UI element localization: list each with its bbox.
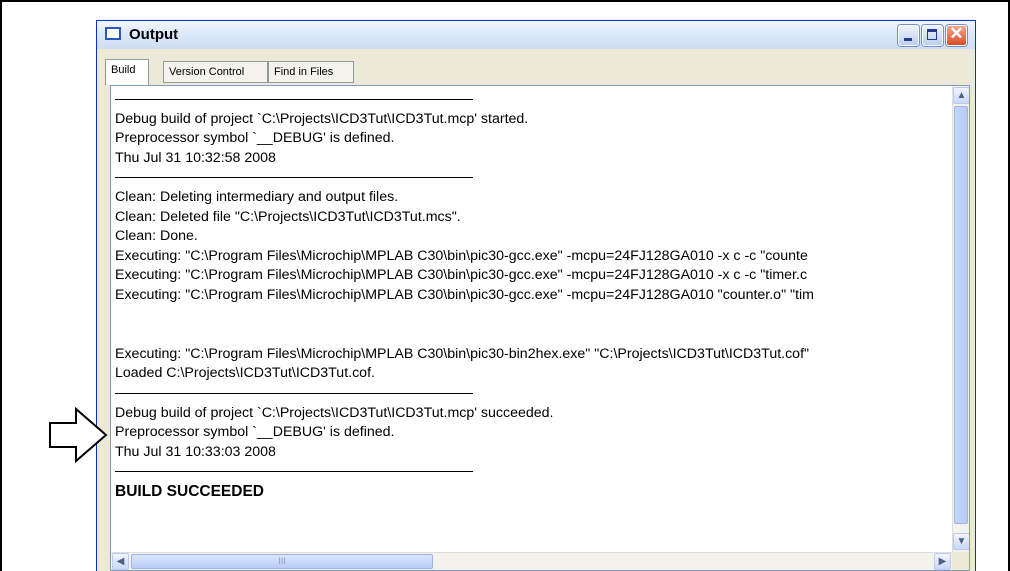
maximize-button[interactable] [922,25,943,46]
log-line: Executing: "C:\Program Files\Microchip\M… [115,345,810,362]
minimize-icon [904,38,912,41]
build-result: BUILD SUCCEEDED [115,482,264,500]
scroll-left-button[interactable]: ◀ [112,553,129,570]
frame-left-border [0,0,2,571]
log-line: Clean: Done. [115,228,198,245]
log-line: Clean: Deleted file "C:\Projects\ICD3Tut… [115,208,461,225]
log-line: Preprocessor symbol `__DEBUG' is defined… [115,130,395,147]
log-blank-line [115,306,945,326]
output-pane[interactable]: Debug build of project `C:\Projects\ICD3… [110,85,970,571]
close-button[interactable]: ✕ [946,24,967,46]
log-line: Debug build of project `C:\Projects\ICD3… [115,110,529,127]
log-line: Executing: "C:\Program Files\Microchip\M… [115,247,808,264]
tab-version-control[interactable]: Version Control [163,61,268,83]
tab-build[interactable]: Build [105,59,149,85]
window-icon [105,27,121,40]
horizontal-scroll-thumb[interactable]: III [131,554,433,569]
frame-top-border [0,0,1010,2]
pointer-arrow-icon [49,406,108,464]
log-line: Debug build of project `C:\Projects\ICD3… [115,404,554,421]
log-line: Loaded C:\Projects\ICD3Tut\ICD3Tut.cof. [115,365,375,382]
build-log: Debug build of project `C:\Projects\ICD3… [115,90,945,501]
scroll-up-button[interactable]: ▲ [953,87,969,104]
horizontal-scrollbar[interactable]: ◀ III ▶ [111,552,954,570]
chevron-right-icon: ▶ [938,556,947,567]
scroll-down-button[interactable]: ▼ [953,533,969,550]
log-separator [115,168,945,188]
log-line: Clean: Deleting intermediary and output … [115,188,399,205]
log-line: Thu Jul 31 10:33:03 2008 [115,443,276,460]
log-line: Preprocessor symbol `__DEBUG' is defined… [115,424,395,441]
log-separator [115,90,945,110]
size-grip [952,552,969,570]
log-separator [115,462,945,482]
log-blank-line [115,325,945,345]
close-icon: ✕ [949,24,964,43]
output-window: Output ✕ Build Version Control Find in F… [96,20,976,571]
chevron-down-icon: ▼ [956,536,967,547]
vertical-scroll-thumb[interactable] [954,106,968,524]
log-line: Thu Jul 31 10:32:58 2008 [115,149,276,166]
scroll-right-button[interactable]: ▶ [934,553,951,570]
log-line: Executing: "C:\Program Files\Microchip\M… [115,286,814,303]
log-separator [115,384,945,404]
chevron-left-icon: ◀ [116,556,125,567]
window-title: Output [129,26,179,43]
log-line: Executing: "C:\Program Files\Microchip\M… [115,267,808,284]
tab-find-in-files[interactable]: Find in Files [268,61,354,83]
minimize-button[interactable] [898,25,919,46]
chevron-up-icon: ▲ [956,90,967,101]
maximize-icon [927,29,937,40]
title-bar[interactable]: Output ✕ [97,21,975,49]
vertical-scrollbar[interactable]: ▲ ▼ [952,86,969,552]
